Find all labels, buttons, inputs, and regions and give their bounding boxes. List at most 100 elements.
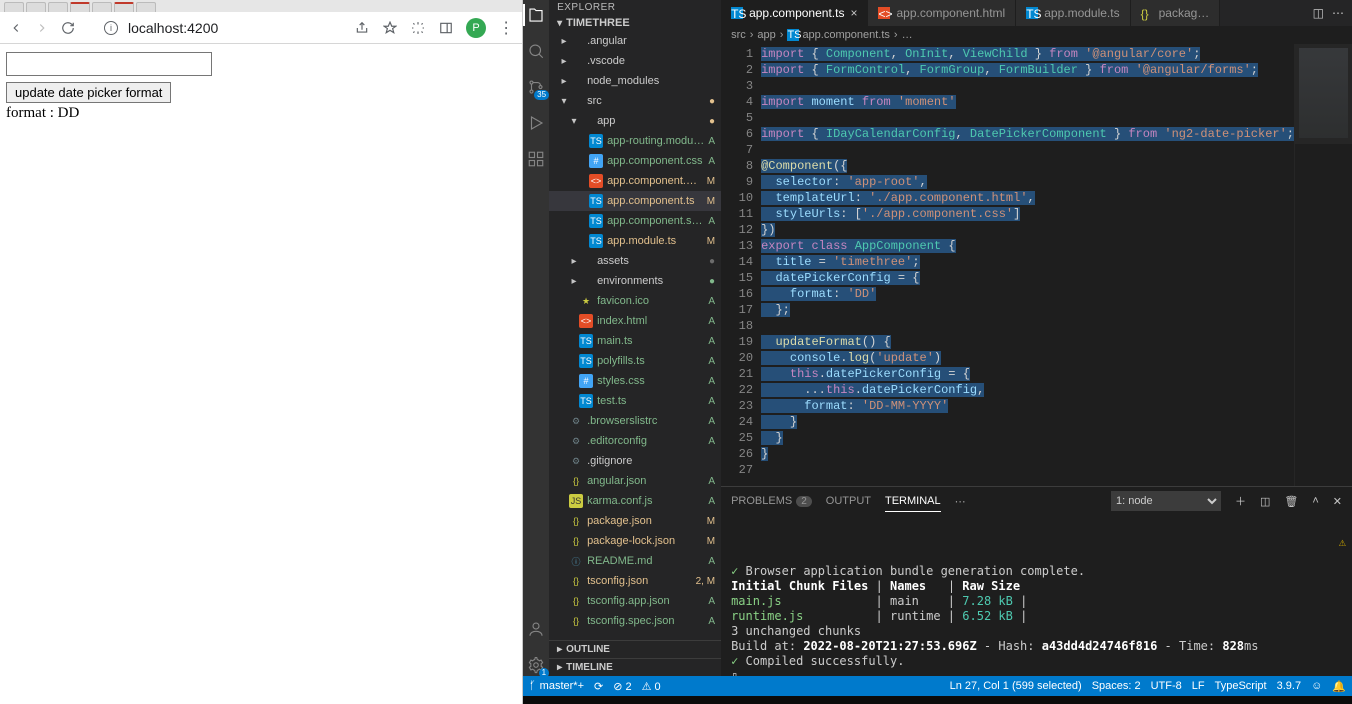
file-package-lock.json[interactable]: {}package-lock.jsonM (549, 531, 721, 551)
file-favicon.ico[interactable]: ★favicon.icoA (549, 291, 721, 311)
output-tab[interactable]: OUTPUT (826, 491, 871, 511)
more-actions-icon[interactable]: ⋯ (1332, 6, 1344, 20)
minimap[interactable] (1294, 44, 1352, 486)
breadcrumbs[interactable]: src › app › TSapp.component.ts › … (721, 26, 1352, 44)
format-text: format : DD (6, 105, 516, 122)
problems-tab[interactable]: PROBLEMS2 (731, 491, 812, 511)
share-icon[interactable] (354, 20, 370, 36)
browser-address-bar: i localhost:4200 P ⋮ (0, 12, 522, 44)
url-text[interactable]: localhost:4200 (128, 20, 344, 36)
profile-avatar[interactable]: P (466, 18, 486, 38)
file-app.component.ts[interactable]: TSapp.component.tsM (549, 191, 721, 211)
terminal-tab[interactable]: TERMINAL (885, 491, 941, 512)
debug-icon[interactable] (525, 112, 547, 134)
folder-environments[interactable]: ▸environments● (549, 271, 721, 291)
file-app-routing.module.ts[interactable]: TSapp-routing.module.tsA (549, 131, 721, 151)
browser-tab[interactable] (92, 2, 112, 12)
editor-tab-app.component.ts[interactable]: TSapp.component.ts× (721, 0, 868, 26)
forward-icon[interactable] (34, 20, 50, 36)
terminal-output[interactable]: ⚠ ✓ Browser application bundle generatio… (721, 515, 1352, 676)
project-root[interactable]: ▾TIMETHREE (549, 15, 721, 31)
code-editor[interactable]: 1234567891011121314151617181920212223242… (721, 44, 1352, 486)
feedback-icon[interactable]: ☺ (1311, 680, 1322, 692)
file-.gitignore[interactable]: ⚙.gitignore (549, 451, 721, 471)
new-terminal-icon[interactable]: ＋ (1235, 493, 1246, 509)
encoding-indicator[interactable]: UTF-8 (1151, 680, 1182, 692)
file-tree: ▸.angular▸.vscode▸node_modules▾src●▾app●… (549, 31, 721, 640)
folder-src[interactable]: ▾src● (549, 91, 721, 111)
file-angular.json[interactable]: {}angular.jsonA (549, 471, 721, 491)
settings-badge: 1 (539, 668, 549, 678)
indent-indicator[interactable]: Spaces: 2 (1092, 680, 1141, 692)
extensions-icon[interactable] (410, 20, 426, 36)
browser-tab[interactable] (26, 2, 46, 12)
split-terminal-icon[interactable]: ◫ (1260, 495, 1270, 508)
site-info-icon[interactable]: i (104, 21, 118, 35)
file-package.json[interactable]: {}package.jsonM (549, 511, 721, 531)
folder-assets[interactable]: ▸assets● (549, 251, 721, 271)
editor-area: TSapp.component.ts×<>app.component.htmlT… (721, 0, 1352, 676)
file-app.module.ts[interactable]: TSapp.module.tsM (549, 231, 721, 251)
file-main.ts[interactable]: TSmain.tsA (549, 331, 721, 351)
warnings-indicator[interactable]: ⚠ 0 (642, 680, 661, 693)
kill-terminal-icon[interactable]: 🗑 (1284, 495, 1298, 508)
reload-icon[interactable] (60, 20, 76, 36)
file-tsconfig.json[interactable]: {}tsconfig.json2, M (549, 571, 721, 591)
terminal-select[interactable]: 1: node (1111, 491, 1221, 511)
file-karma.conf.js[interactable]: JSkarma.conf.jsA (549, 491, 721, 511)
branch-indicator[interactable]: ᚶ master*+ (529, 680, 584, 692)
close-tab-icon[interactable]: × (850, 6, 857, 20)
editor-tab-app.module.ts[interactable]: TSapp.module.ts (1016, 0, 1130, 26)
scm-icon[interactable]: 35 (525, 76, 547, 98)
browser-tab[interactable] (48, 2, 68, 12)
file-tsconfig.app.json[interactable]: {}tsconfig.app.jsonA (549, 591, 721, 611)
panel-more[interactable]: ⋯ (955, 491, 966, 512)
language-indicator[interactable]: TypeScript (1215, 680, 1267, 692)
sidepanel-icon[interactable] (438, 20, 454, 36)
file-polyfills.ts[interactable]: TSpolyfills.tsA (549, 351, 721, 371)
file-styles.css[interactable]: #styles.cssA (549, 371, 721, 391)
cursor-position[interactable]: Ln 27, Col 1 (599 selected) (950, 680, 1082, 692)
folder-.vscode[interactable]: ▸.vscode (549, 51, 721, 71)
timeline-section[interactable]: ▸TIMELINE (549, 658, 721, 676)
browser-tab[interactable] (4, 2, 24, 12)
notifications-icon[interactable]: 🔔 (1332, 680, 1346, 693)
date-picker-input[interactable] (6, 52, 212, 76)
close-panel-icon[interactable]: ✕ (1333, 495, 1342, 508)
folder-.angular[interactable]: ▸.angular (549, 31, 721, 51)
file-tsconfig.spec.json[interactable]: {}tsconfig.spec.jsonA (549, 611, 721, 631)
file-app.component.spec.ts[interactable]: TSapp.component.spec.tsA (549, 211, 721, 231)
maximize-panel-icon[interactable]: ˄ (1312, 495, 1318, 507)
account-icon[interactable] (525, 618, 547, 640)
browser-tab[interactable] (114, 2, 134, 12)
file-.browserslistrc[interactable]: ⚙.browserslistrcA (549, 411, 721, 431)
split-editor-icon[interactable]: ◫ (1313, 6, 1324, 20)
ts-version[interactable]: 3.9.7 (1277, 680, 1301, 692)
explorer-icon[interactable] (525, 4, 547, 26)
errors-indicator[interactable]: ⊘ 2 (613, 680, 631, 693)
file-app.component.css[interactable]: #app.component.cssA (549, 151, 721, 171)
back-icon[interactable] (8, 20, 24, 36)
search-icon[interactable] (525, 40, 547, 62)
eol-indicator[interactable]: LF (1192, 680, 1205, 692)
bookmark-icon[interactable] (382, 20, 398, 36)
editor-tab-packag…[interactable]: {}packag… (1131, 0, 1221, 26)
sync-indicator[interactable]: ⟳ (594, 680, 603, 693)
browser-tab[interactable] (136, 2, 156, 12)
explorer-sidebar: EXPLORER ▾TIMETHREE ▸.angular▸.vscode▸no… (549, 0, 721, 676)
browser-tab[interactable] (70, 2, 90, 12)
folder-node_modules[interactable]: ▸node_modules (549, 71, 721, 91)
update-format-button[interactable]: update date picker format (6, 82, 171, 103)
file-index.html[interactable]: <>index.htmlA (549, 311, 721, 331)
menu-icon[interactable]: ⋮ (498, 20, 514, 36)
outline-section[interactable]: ▸OUTLINE (549, 640, 721, 658)
panel-tab-bar: PROBLEMS2 OUTPUT TERMINAL ⋯ 1: node ＋ ◫ … (721, 487, 1352, 515)
file-app.component.html[interactable]: <>app.component.htmlM (549, 171, 721, 191)
extensions-icon[interactable] (525, 148, 547, 170)
file-.editorconfig[interactable]: ⚙.editorconfigA (549, 431, 721, 451)
settings-icon[interactable]: 1 (525, 654, 547, 676)
editor-tab-app.component.html[interactable]: <>app.component.html (868, 0, 1016, 26)
file-test.ts[interactable]: TStest.tsA (549, 391, 721, 411)
file-README.md[interactable]: ⓘREADME.mdA (549, 551, 721, 571)
folder-app[interactable]: ▾app● (549, 111, 721, 131)
